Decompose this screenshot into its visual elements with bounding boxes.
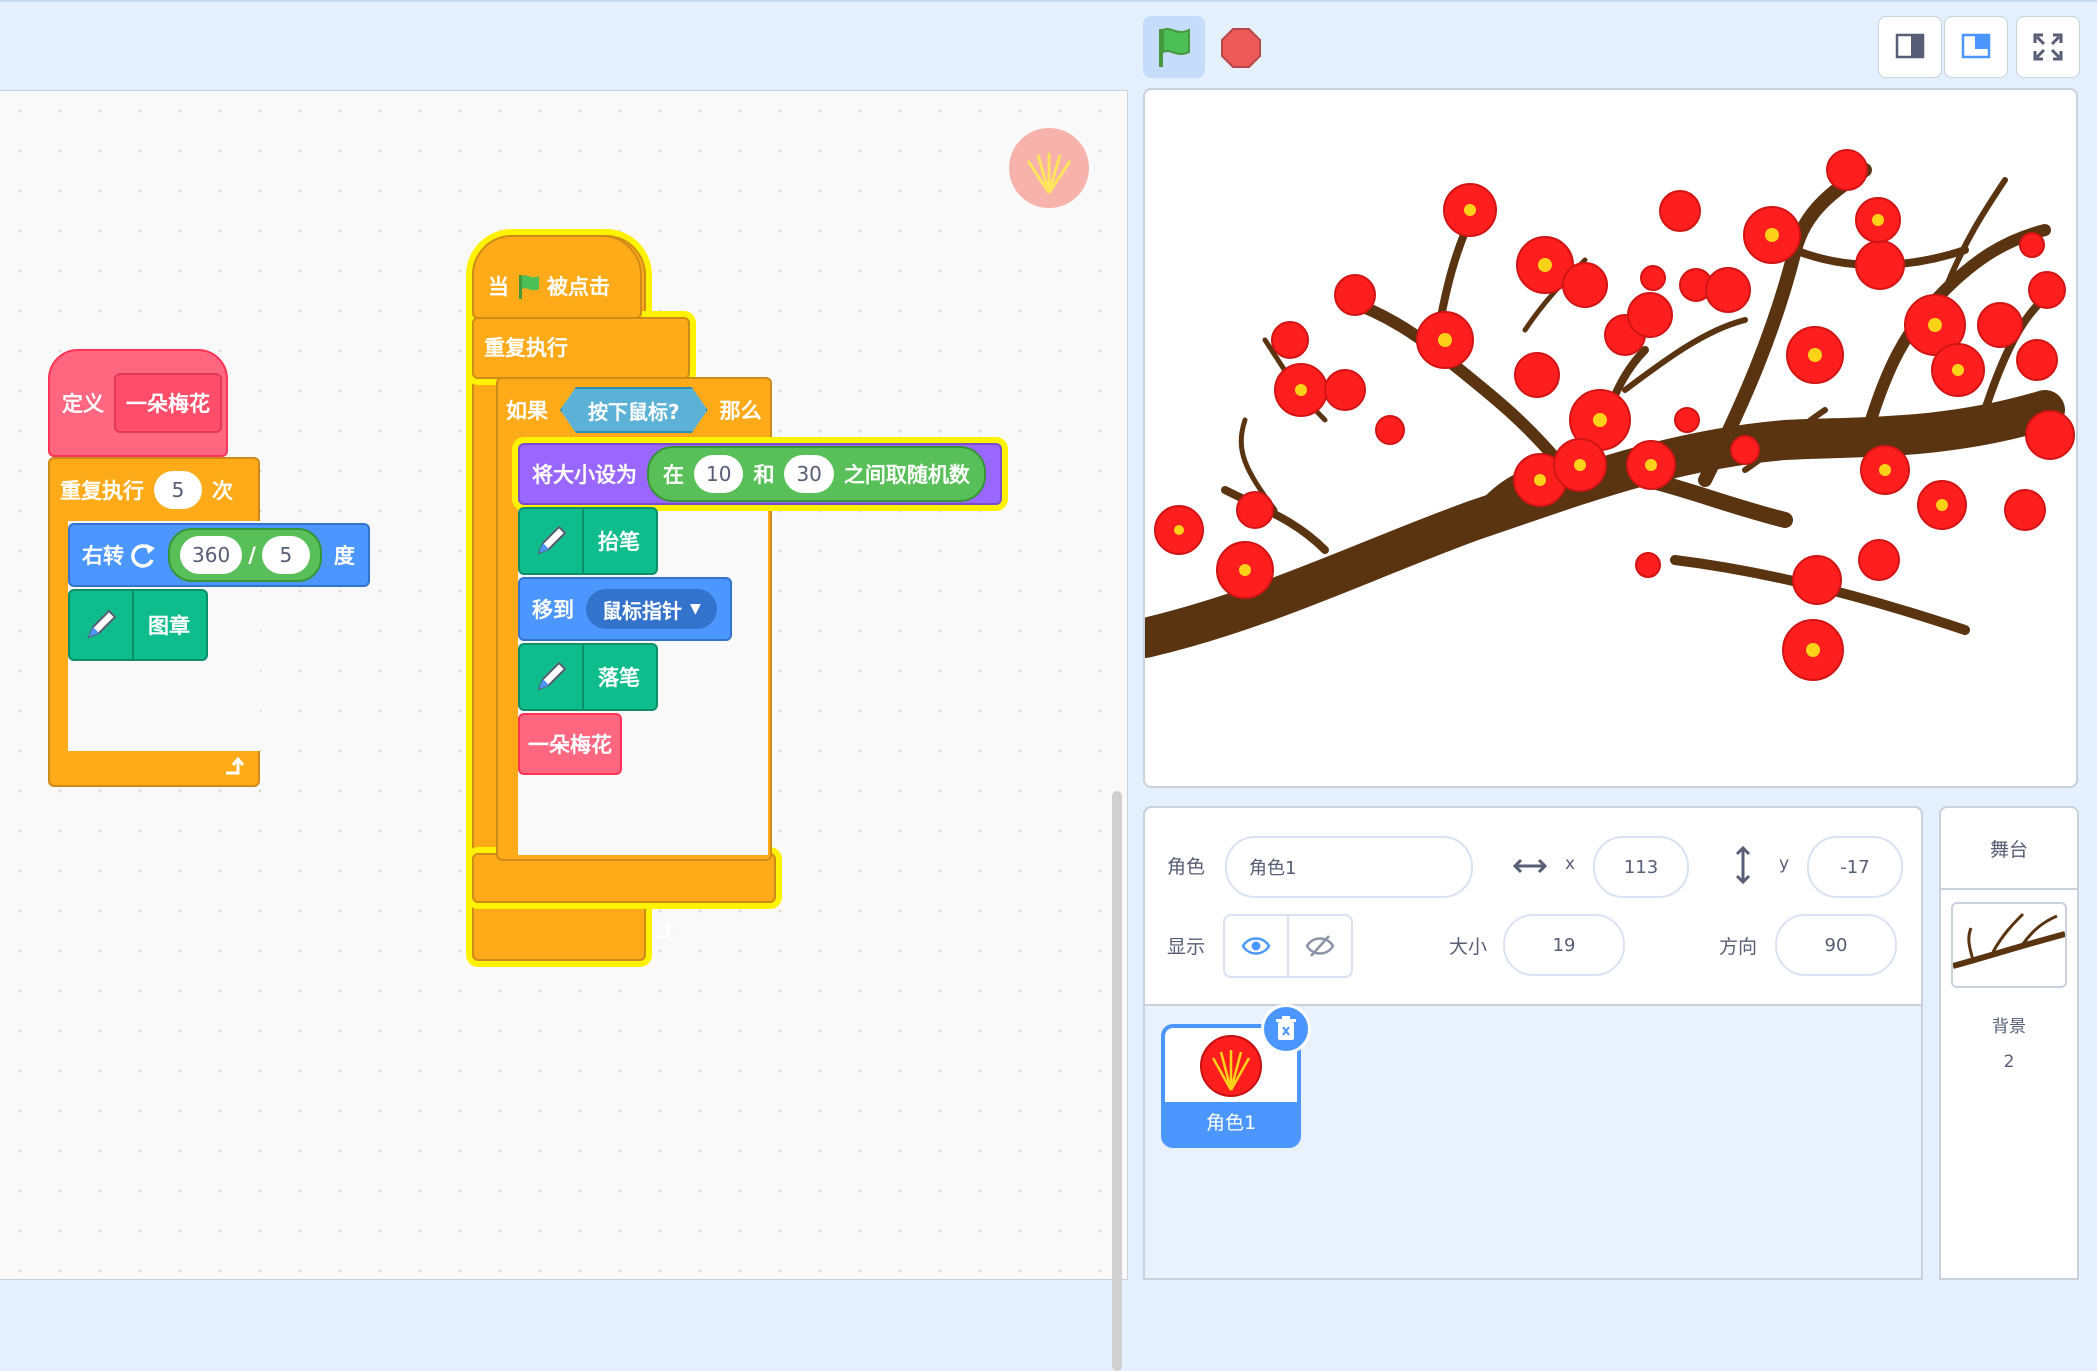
repeat-label: 重复执行 (60, 479, 144, 503)
sprite-preview-badge (1008, 127, 1090, 213)
dropdown-arrow-icon: ▼ (690, 601, 701, 617)
small-stage-icon (1895, 33, 1925, 59)
custom-block-prototype[interactable]: 一朵梅花 (114, 373, 222, 433)
sprite-info-panel: 角色 角色1 x 113 y -17 显示 大小 19 方向 90 (1145, 808, 1921, 1006)
x-label: x (1565, 854, 1576, 874)
code-workspace[interactable]: 定义 一朵梅花 重复执行 5 次 右转 360 / 5 度 图章 当 被点击 重… (0, 90, 1128, 1371)
pen-down-label: 落笔 (598, 666, 640, 690)
stage-selector-title: 舞台 (1941, 808, 2077, 890)
stop-button[interactable] (1210, 16, 1272, 78)
random-operator[interactable]: 在 10 和 30 之间取随机数 (647, 446, 986, 502)
rotate-right-icon (131, 544, 155, 568)
sprite-label: 角色 (1167, 856, 1206, 878)
direction-input[interactable]: 90 (1775, 914, 1897, 976)
green-flag-icon (519, 275, 539, 299)
divide-dividend-input[interactable]: 360 (180, 536, 243, 574)
stop-icon (1221, 28, 1261, 68)
sprite-name-input[interactable]: 角色1 (1225, 836, 1473, 898)
when-label: 当 (488, 275, 509, 299)
mouse-down-condition[interactable]: 按下鼠标? (560, 387, 708, 433)
fullscreen-icon (2033, 33, 2063, 61)
define-block[interactable]: 定义 一朵梅花 (48, 349, 228, 457)
pen-up-label: 抬笔 (598, 530, 640, 554)
loop-arrow-icon (218, 751, 248, 785)
repeat-header: 重复执行 5 次 (56, 461, 237, 519)
turn-right-block[interactable]: 右转 360 / 5 度 (68, 523, 370, 587)
clicked-label: 被点击 (547, 275, 610, 299)
sprite-pane: 角色 角色1 x 113 y -17 显示 大小 19 方向 90 角色1 (1143, 806, 1923, 1280)
pen-down-block[interactable]: 落笔 (518, 643, 658, 711)
forever-block[interactable]: 重复执行 (480, 319, 572, 375)
delete-sprite-button[interactable] (1261, 1004, 1311, 1054)
random-in-label: 在 (663, 463, 684, 487)
then-label: 那么 (719, 399, 762, 423)
if-header: 如果 按下鼠标? 那么 (502, 381, 766, 439)
green-flag-button[interactable] (1143, 16, 1205, 78)
size-input[interactable]: 19 (1503, 914, 1625, 976)
show-label: 显示 (1167, 936, 1206, 958)
turn-unit: 度 (333, 544, 355, 568)
random-to-input[interactable]: 30 (784, 455, 834, 493)
go-to-label: 移到 (532, 598, 574, 622)
define-label: 定义 (62, 392, 104, 416)
loop-arrow-icon (648, 915, 678, 949)
pen-extension-tile (520, 645, 584, 709)
random-and-label: 和 (753, 463, 775, 487)
stage-selector[interactable]: 舞台 背景 2 (1939, 806, 2079, 1280)
sprite-tile-name: 角色1 (1205, 1112, 1257, 1134)
pen-extension-tile (70, 591, 134, 659)
pen-icon (537, 525, 567, 555)
go-to-target-value: 鼠标指针 (602, 598, 682, 623)
pen-extension-tile (520, 509, 584, 573)
set-size-block[interactable]: 将大小设为 在 10 和 30 之间取随机数 (518, 443, 1002, 505)
turn-label: 右转 (82, 544, 124, 568)
divide-operator[interactable]: 360 / 5 (168, 528, 322, 582)
fullscreen-button[interactable] (2016, 16, 2080, 78)
divide-divisor-input[interactable]: 5 (261, 536, 310, 574)
custom-block-name: 一朵梅花 (126, 392, 210, 416)
repeat-count-input[interactable]: 5 (154, 471, 202, 509)
when-flag-clicked-block[interactable]: 当 被点击 (472, 235, 642, 319)
show-hidden-button[interactable] (1287, 914, 1353, 978)
backdrop-thumbnail[interactable] (1951, 902, 2067, 988)
size-label: 大小 (1449, 936, 1488, 958)
pen-up-block[interactable]: 抬笔 (518, 507, 658, 575)
backdrops-count: 2 (2003, 1052, 2015, 1072)
x-position-icon (1513, 858, 1547, 874)
y-position-icon (1735, 846, 1751, 884)
green-flag-icon (1159, 28, 1190, 67)
code-scrollbar[interactable] (1112, 791, 1122, 1371)
go-to-block[interactable]: 移到 鼠标指针 ▼ (518, 577, 732, 641)
pen-icon (87, 609, 117, 639)
go-to-target-dropdown[interactable]: 鼠标指针 ▼ (586, 589, 717, 629)
divide-symbol: / (248, 543, 256, 567)
set-size-label: 将大小设为 (532, 463, 637, 487)
show-visible-button[interactable] (1223, 914, 1289, 978)
stamp-block[interactable]: 图章 (68, 589, 208, 661)
repeat-suffix: 次 (212, 479, 233, 503)
pen-icon (537, 661, 567, 691)
backdrops-label: 背景 (1992, 1017, 2026, 1037)
plum-blossom-drawing (1145, 149, 2075, 681)
top-bar (0, 0, 2097, 90)
large-stage-button[interactable] (1944, 16, 2008, 78)
forever-label: 重复执行 (484, 336, 568, 360)
trash-icon (1276, 1016, 1296, 1040)
random-from-input[interactable]: 10 (694, 455, 744, 493)
large-stage-icon (1961, 33, 1991, 59)
eye-hidden-icon (1305, 935, 1335, 957)
stamp-label: 图章 (148, 614, 190, 638)
eye-icon (1241, 937, 1271, 955)
x-input[interactable]: 113 (1593, 836, 1689, 898)
y-input[interactable]: -17 (1807, 836, 1903, 898)
custom-call-block[interactable]: 一朵梅花 (518, 713, 622, 775)
stage-canvas[interactable] (1143, 88, 2078, 788)
custom-call-label: 一朵梅花 (528, 733, 612, 757)
y-label: y (1779, 854, 1790, 874)
if-label: 如果 (506, 399, 548, 423)
random-suffix-label: 之间取随机数 (843, 463, 970, 487)
direction-label: 方向 (1719, 936, 1758, 958)
small-stage-button[interactable] (1878, 16, 1942, 78)
